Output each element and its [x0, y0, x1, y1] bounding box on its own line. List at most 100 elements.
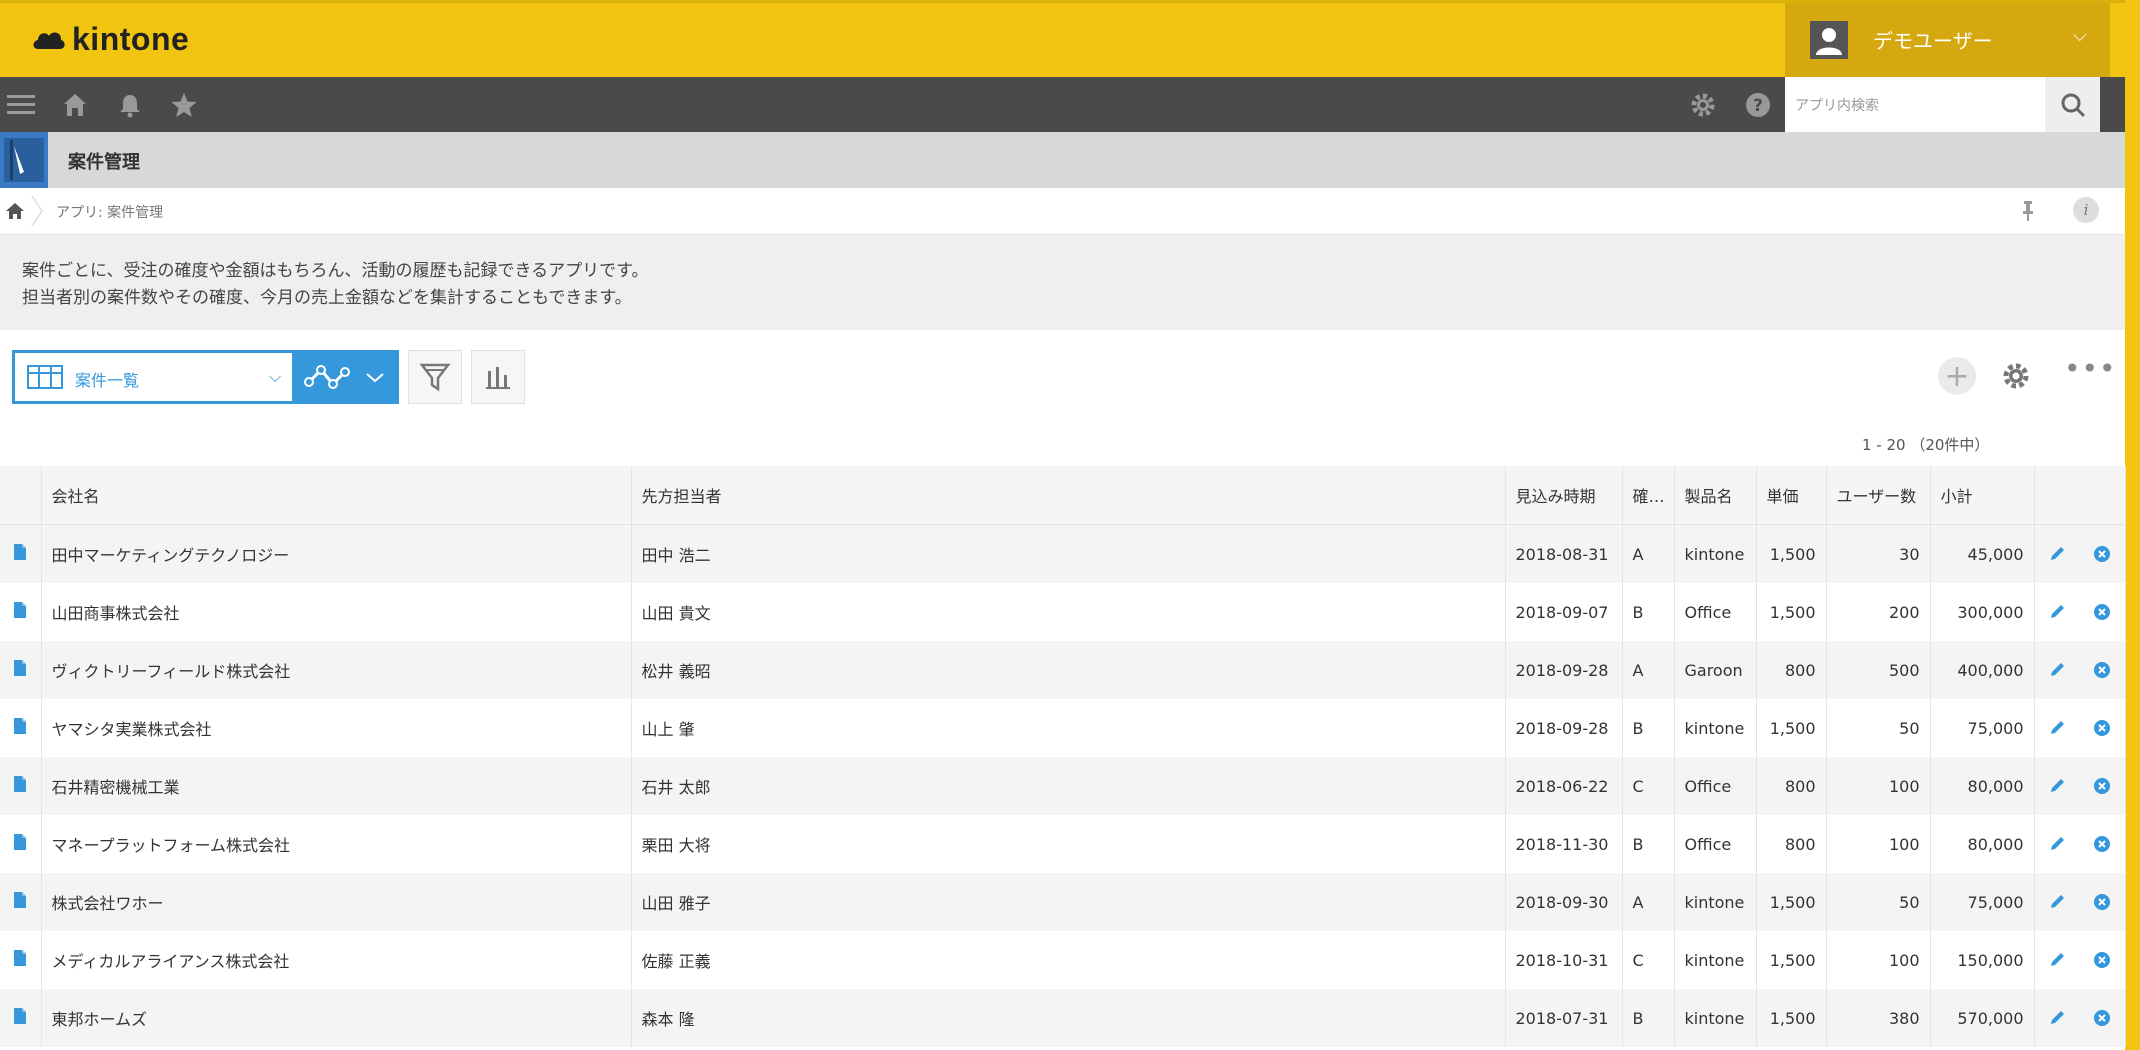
delete-icon[interactable] — [2093, 777, 2111, 795]
table-cell: 田中マーケティングテクノロジー — [41, 524, 632, 583]
header-expected-date[interactable]: 見込み時期 — [1505, 466, 1623, 525]
table-cell: 石井 太郎 — [631, 757, 1506, 815]
table-cell: ヴィクトリーフィールド株式会社 — [41, 641, 632, 699]
home-icon[interactable] — [58, 88, 92, 122]
edit-pencil-icon[interactable] — [2048, 835, 2066, 853]
app-icon[interactable] — [0, 132, 48, 188]
table-cell: 400,000 — [1930, 641, 2035, 699]
table-cell: 松井 義昭 — [631, 641, 1506, 699]
delete-icon[interactable] — [2093, 661, 2111, 679]
delete-icon[interactable] — [2093, 545, 2111, 563]
record-detail-icon[interactable] — [13, 543, 27, 561]
header-contact[interactable]: 先方担当者 — [631, 466, 1506, 525]
edit-pencil-icon[interactable] — [2048, 603, 2066, 621]
table-row: 山田商事株式会社 山田 貴文 2018-09-07 B Office 1,500 200 30… — [0, 583, 2126, 641]
table-cell: 80,000 — [1930, 815, 2035, 873]
kintone-cloud-icon — [33, 32, 65, 49]
home-icon[interactable] — [4, 200, 26, 222]
header-certainty[interactable]: 確度 — [1622, 466, 1675, 525]
table-cell: A — [1622, 641, 1675, 699]
table-cell: 50 — [1826, 699, 1931, 757]
table-cell: 2018-06-22 — [1505, 757, 1623, 815]
add-record-button[interactable]: + — [1938, 357, 1976, 395]
gear-icon[interactable] — [1686, 88, 1720, 122]
table-cell: 800 — [1756, 757, 1827, 815]
table-cell: 1,500 — [1756, 699, 1827, 757]
record-detail-icon[interactable] — [13, 1007, 27, 1025]
table-row: 株式会社ワホー 山田 雅子 2018-09-30 Akintone 1,500 50 75,… — [0, 873, 2126, 931]
record-detail-cell — [0, 815, 42, 873]
table-view-icon — [27, 365, 63, 389]
record-detail-icon[interactable] — [13, 601, 27, 619]
table-cell: Garoon — [1674, 641, 1757, 699]
app-search-input[interactable]: アプリ内検索 — [1785, 77, 2045, 132]
app-header: 案件管理 — [0, 132, 2125, 188]
breadcrumb-current[interactable]: アプリ: 案件管理 — [56, 202, 163, 222]
edit-pencil-icon[interactable] — [2048, 951, 2066, 969]
table-row: マネープラットフォーム株式会社 栗田 大将 2018-11-30 B Office 800… — [0, 815, 2126, 873]
table-cell: 300,000 — [1930, 583, 2035, 641]
graph-view-button[interactable] — [295, 350, 399, 404]
record-detail-icon[interactable] — [13, 659, 27, 677]
view-select-dropdown[interactable]: 案件一覧 ⌵ — [12, 350, 295, 404]
table-cell: B — [1622, 583, 1675, 641]
table-cell: 100 — [1826, 757, 1931, 815]
delete-icon[interactable] — [2093, 951, 2111, 969]
delete-icon[interactable] — [2093, 719, 2111, 737]
table-cell: 1,500 — [1756, 583, 1827, 641]
edit-pencil-icon[interactable] — [2048, 1009, 2066, 1027]
description-line-1: 案件ごとに、受注の確度や金額はもちろん、活動の履歴も記録できるアプリです。 — [22, 261, 649, 281]
table-cell: B — [1622, 699, 1675, 757]
table-cell: Office — [1674, 815, 1757, 873]
header-company[interactable]: 会社名 — [41, 466, 632, 525]
record-detail-icon[interactable] — [13, 833, 27, 851]
graph-create-button[interactable] — [471, 350, 525, 404]
star-icon[interactable] — [167, 88, 201, 122]
edit-pencil-icon[interactable] — [2048, 719, 2066, 737]
menu-icon[interactable] — [4, 88, 38, 122]
bell-icon[interactable] — [113, 88, 147, 122]
search-button[interactable] — [2045, 77, 2100, 132]
header-user-count[interactable]: ユーザー数 — [1826, 466, 1931, 525]
edit-pencil-icon[interactable] — [2048, 893, 2066, 911]
row-actions-cell — [2034, 641, 2126, 699]
delete-icon[interactable] — [2093, 893, 2111, 911]
table-cell: 800 — [1756, 641, 1827, 699]
more-options-icon[interactable]: ••• — [2064, 352, 2117, 385]
record-detail-cell — [0, 699, 42, 757]
record-detail-icon[interactable] — [13, 717, 27, 735]
kintone-logo[interactable]: kintone — [32, 21, 189, 58]
table-cell: 森本 隆 — [631, 989, 1506, 1047]
record-detail-icon[interactable] — [13, 949, 27, 967]
table-cell: 1,500 — [1756, 524, 1827, 583]
delete-icon[interactable] — [2093, 603, 2111, 621]
record-detail-cell — [0, 989, 42, 1047]
table-cell: 150,000 — [1930, 931, 2035, 989]
record-detail-cell — [0, 757, 42, 815]
record-detail-icon[interactable] — [13, 775, 27, 793]
edit-pencil-icon[interactable] — [2048, 777, 2066, 795]
table-cell: 2018-08-31 — [1505, 524, 1623, 583]
table-cell: 50 — [1826, 873, 1931, 931]
help-icon[interactable]: ? — [1741, 88, 1775, 122]
header-subtotal[interactable]: 小計 — [1930, 466, 2035, 525]
header-product[interactable]: 製品名 — [1674, 466, 1757, 525]
user-menu[interactable]: デモユーザー ⌵ — [1785, 3, 2110, 77]
delete-icon[interactable] — [2093, 1009, 2111, 1027]
header-unit-price[interactable]: 単価 — [1756, 466, 1827, 525]
record-detail-icon[interactable] — [13, 891, 27, 909]
table-cell: Office — [1674, 583, 1757, 641]
table-cell: B — [1622, 989, 1675, 1047]
table-cell: 1,500 — [1756, 931, 1827, 989]
table-cell: マネープラットフォーム株式会社 — [41, 815, 632, 873]
pin-icon[interactable] — [2018, 199, 2038, 223]
info-icon[interactable]: i — [2073, 197, 2099, 223]
gear-icon[interactable] — [2000, 360, 2032, 392]
filter-button[interactable] — [408, 350, 462, 404]
edit-pencil-icon[interactable] — [2048, 545, 2066, 563]
table-cell: 380 — [1826, 989, 1931, 1047]
edit-pencil-icon[interactable] — [2048, 661, 2066, 679]
table-row: 田中マーケティングテクノロジー 田中 浩二 2018-08-31 Akintone 1,… — [0, 524, 2126, 583]
delete-icon[interactable] — [2093, 835, 2111, 853]
table-cell: 2018-07-31 — [1505, 989, 1623, 1047]
